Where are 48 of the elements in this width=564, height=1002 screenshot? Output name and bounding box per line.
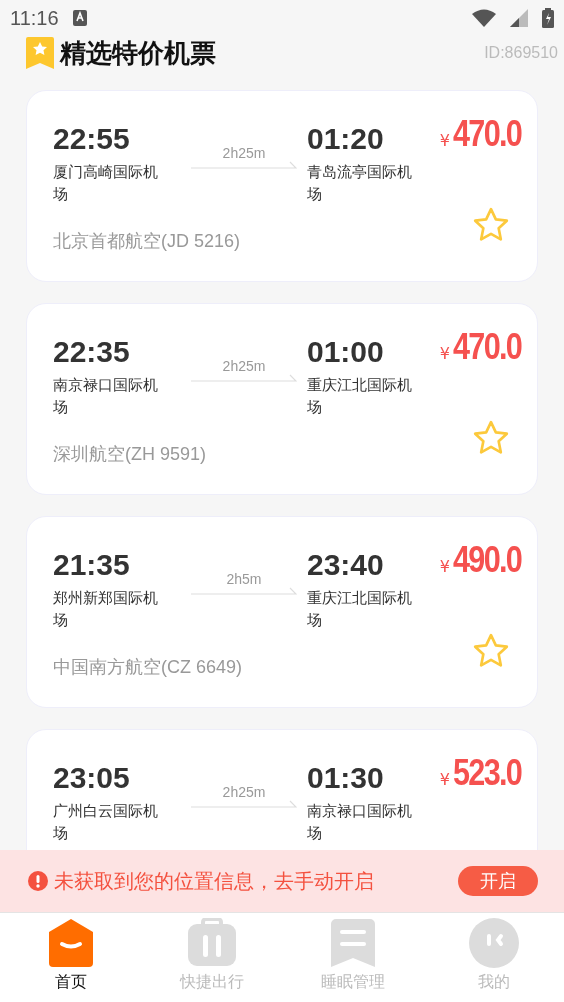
price: 523.0 xyxy=(452,752,521,794)
flight-duration: 2h5m xyxy=(226,571,262,587)
arrive-time: 23:40 xyxy=(307,547,385,583)
depart-time: 22:55 xyxy=(53,121,131,157)
battery-icon xyxy=(542,8,554,28)
airline-flight: 中国南方航空(CZ 6649) xyxy=(53,656,244,679)
depart-airport: 广州白云国际机场 xyxy=(53,801,159,844)
banner-message: 未获取到您的位置信息，去手动开启 xyxy=(54,867,374,895)
alert-icon xyxy=(28,871,48,891)
arrive-time: 01:20 xyxy=(307,121,385,157)
flight-duration: 2h25m xyxy=(222,145,266,161)
currency-sign: ¥ xyxy=(439,131,450,150)
depart-airport: 郑州新郑国际机场 xyxy=(53,588,159,631)
arrive-time: 01:00 xyxy=(307,334,385,370)
flight-card[interactable]: 22:55 厦门高崎国际机场 2h25m 01:20 青岛流亭国际机场 ¥470.0 北京首都航空(JD 5216) xyxy=(26,90,538,282)
flight-duration: 2h25m xyxy=(222,358,266,374)
price: 470.0 xyxy=(452,326,521,368)
depart-airport: 南京禄口国际机场 xyxy=(53,375,159,418)
keyboard-icon xyxy=(72,10,87,26)
arrive-airport: 重庆江北国际机场 xyxy=(307,375,413,418)
depart-airport: 厦门高崎国际机场 xyxy=(53,162,159,205)
arrive-time: 01:30 xyxy=(307,760,385,796)
face-icon xyxy=(467,918,520,968)
suitcase-icon xyxy=(185,918,238,968)
user-id: ID:869510 xyxy=(484,44,558,62)
tab[interactable]: 首页 xyxy=(0,912,141,1002)
signal-icon xyxy=(510,9,528,27)
arrive-airport: 重庆江北国际机场 xyxy=(307,588,413,631)
currency-sign: ¥ xyxy=(439,770,450,789)
flight-duration: 2h25m xyxy=(222,784,266,800)
currency-sign: ¥ xyxy=(439,557,450,576)
price: 470.0 xyxy=(452,113,521,155)
currency-sign: ¥ xyxy=(439,344,450,363)
flight-card[interactable]: 21:35 郑州新郑国际机场 2h5m 23:40 重庆江北国际机场 ¥490.0 中国南方航空(CZ 6649) xyxy=(26,516,538,708)
price: 490.0 xyxy=(452,539,521,581)
flight-card[interactable]: 22:35 南京禄口国际机场 2h25m 01:00 重庆江北国际机场 ¥470.0 深圳航空(ZH 9591) xyxy=(26,303,538,495)
page-title: 精选特价机票 xyxy=(60,36,216,70)
ribbon-star-icon xyxy=(26,37,54,69)
airline-flight: 北京首都航空(JD 5216) xyxy=(53,230,242,253)
arrive-airport: 南京禄口国际机场 xyxy=(307,801,413,844)
arrive-airport: 青岛流亭国际机场 xyxy=(307,162,413,205)
depart-time: 21:35 xyxy=(53,547,131,583)
airline-flight: 深圳航空(ZH 9591) xyxy=(53,443,208,466)
depart-time: 22:35 xyxy=(53,334,131,370)
wifi-icon xyxy=(472,9,496,27)
status-time: 11:16 xyxy=(10,6,59,30)
depart-time: 23:05 xyxy=(53,760,131,796)
flight-card[interactable]: 23:05 广州白云国际机场 2h25m 01:30 南京禄口国际机场 ¥523.0 xyxy=(26,729,538,850)
